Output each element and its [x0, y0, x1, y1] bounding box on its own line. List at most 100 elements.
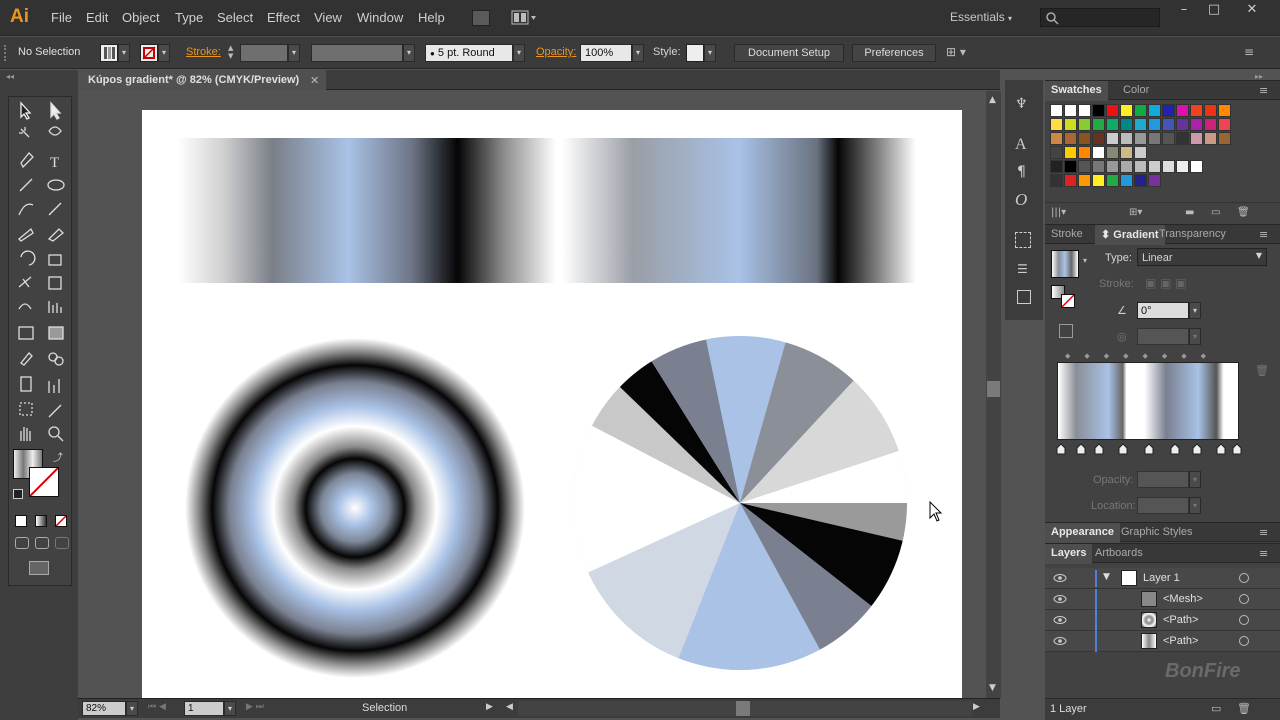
tab-swatches[interactable]: Swatches — [1045, 81, 1108, 101]
graphic-style-dropdown[interactable]: ▾ — [704, 44, 716, 62]
menu-edit[interactable]: Edit — [86, 10, 108, 25]
color-swatch[interactable] — [1176, 118, 1189, 131]
artboard-dropdown[interactable]: ▾ — [224, 701, 236, 716]
artboard-nav-first-icon[interactable]: ⏮ ◀ — [148, 702, 166, 712]
artboard-number-input[interactable]: 1 — [184, 701, 224, 716]
menu-effect[interactable]: Effect — [267, 10, 300, 25]
paragraph-icon[interactable]: ¶ — [1017, 164, 1026, 180]
color-swatch[interactable] — [1162, 118, 1175, 131]
color-swatch[interactable] — [1148, 104, 1161, 117]
color-swatch[interactable] — [1218, 132, 1231, 145]
color-swatch[interactable] — [1050, 104, 1063, 117]
color-swatch[interactable] — [1190, 132, 1203, 145]
reverse-gradient-icon[interactable] — [1059, 324, 1073, 338]
align-icon[interactable]: ☰ — [1017, 262, 1028, 276]
layer-name[interactable]: <Mesh> — [1163, 593, 1203, 605]
color-swatch[interactable] — [1148, 132, 1161, 145]
color-swatch[interactable] — [1092, 132, 1105, 145]
color-swatch[interactable] — [1064, 174, 1077, 187]
gradient-slider-ramp[interactable] — [1057, 362, 1239, 440]
minimize-button[interactable]: – — [1168, 0, 1200, 22]
color-swatch[interactable] — [1050, 132, 1063, 145]
opentype-icon[interactable]: O — [1015, 190, 1027, 210]
horizontal-scrollbar[interactable] — [518, 701, 972, 716]
color-swatch[interactable] — [1204, 118, 1217, 131]
new-swatch-icon[interactable]: ▭ — [1211, 207, 1220, 218]
transform-icon[interactable] — [1015, 232, 1031, 248]
layer-row[interactable]: <Path> — [1045, 631, 1280, 652]
document-tab[interactable]: Kúpos gradient* @ 82% (CMYK/Preview) ✕ — [78, 70, 326, 90]
fill-dropdown[interactable]: ▾ — [118, 44, 130, 62]
color-swatch[interactable] — [1106, 146, 1119, 159]
gradient-mode-icon[interactable] — [35, 515, 47, 527]
swatches-menu-icon[interactable]: ≡ — [1259, 84, 1268, 97]
gradient-menu-icon[interactable]: ≡ — [1259, 228, 1268, 241]
color-swatch[interactable] — [1050, 118, 1063, 131]
layer-name[interactable]: <Path> — [1163, 614, 1198, 626]
color-swatch[interactable] — [1134, 160, 1147, 173]
color-swatch[interactable] — [1120, 146, 1133, 159]
menu-help[interactable]: Help — [418, 10, 445, 25]
scroll-thumb[interactable] — [987, 381, 1000, 397]
app-logo[interactable]: Ai — [10, 6, 29, 28]
layer-row[interactable]: ▼ Layer 1 — [1045, 568, 1280, 589]
scroll-up-icon[interactable]: ▲ — [989, 95, 996, 105]
color-swatch[interactable] — [1050, 160, 1063, 173]
swap-colors-icon[interactable]: ⤴ — [53, 449, 63, 464]
color-swatch[interactable] — [1218, 104, 1231, 117]
color-swatch[interactable] — [1162, 104, 1175, 117]
color-swatch[interactable] — [1204, 132, 1217, 145]
color-swatch[interactable] — [1064, 104, 1077, 117]
color-swatch[interactable] — [1176, 132, 1189, 145]
preferences-button[interactable]: Preferences — [852, 44, 936, 62]
menu-object[interactable]: Object — [122, 10, 160, 25]
color-swatch[interactable] — [1120, 174, 1133, 187]
color-swatch[interactable] — [1064, 118, 1077, 131]
tab-transparency[interactable]: Transparency — [1153, 225, 1232, 245]
bridge-icon[interactable] — [472, 10, 490, 26]
close-window-button[interactable]: ✕ — [1232, 0, 1272, 22]
color-mode-icon[interactable] — [15, 515, 27, 527]
draw-normal-icon[interactable] — [15, 537, 29, 549]
gradient-stops[interactable] — [1051, 442, 1251, 456]
gradient-preview-thumbnail[interactable] — [1051, 250, 1079, 278]
layer-name[interactable]: <Path> — [1163, 635, 1198, 647]
menu-view[interactable]: View — [314, 10, 342, 25]
color-swatch[interactable] — [1204, 104, 1217, 117]
zoom-input[interactable]: 82% — [82, 701, 126, 716]
stroke-dropdown[interactable]: ▾ — [158, 44, 170, 62]
color-swatch[interactable] — [1106, 132, 1119, 145]
artboard-nav-last-icon[interactable]: ▶ ⏭ — [246, 702, 264, 712]
layer-row[interactable]: <Mesh> — [1045, 589, 1280, 610]
opacity-label[interactable]: Opacity: — [536, 46, 576, 58]
tab-color[interactable]: Color — [1117, 81, 1155, 101]
variable-width-dropdown[interactable]: ▾ — [403, 44, 415, 62]
color-swatch[interactable] — [1148, 174, 1161, 187]
color-swatch[interactable] — [1106, 118, 1119, 131]
draw-behind-icon[interactable] — [35, 537, 49, 549]
new-layer-icon[interactable]: ▭ — [1211, 702, 1221, 715]
help-search-input[interactable] — [1040, 8, 1160, 27]
color-swatch[interactable] — [1134, 132, 1147, 145]
menu-file[interactable]: File — [51, 10, 72, 25]
color-swatch[interactable] — [1092, 174, 1105, 187]
tab-layers[interactable]: Layers — [1045, 544, 1093, 564]
swatch-libraries-icon[interactable]: |||▾ — [1051, 207, 1066, 218]
color-swatch[interactable] — [1078, 118, 1091, 131]
color-swatch[interactable] — [1064, 146, 1077, 159]
color-swatch[interactable] — [1078, 174, 1091, 187]
color-swatch[interactable] — [1176, 160, 1189, 173]
screen-mode-icon[interactable] — [29, 561, 49, 575]
color-swatch[interactable] — [1120, 118, 1133, 131]
stroke-weight-dropdown[interactable]: ▾ — [288, 44, 300, 62]
delete-layer-icon[interactable]: 🗑 — [1237, 702, 1251, 715]
gradient-type-select[interactable]: Linear ▼ — [1137, 248, 1267, 266]
default-colors-icon[interactable] — [13, 489, 23, 499]
stroke-label[interactable]: Stroke: — [186, 46, 221, 58]
delete-swatch-icon[interactable]: 🗑 — [1237, 207, 1250, 218]
color-swatch[interactable] — [1148, 160, 1161, 173]
menu-window[interactable]: Window — [357, 10, 403, 25]
new-color-group-icon[interactable]: ▬ — [1185, 207, 1194, 218]
none-mode-icon[interactable] — [55, 515, 67, 527]
color-swatch[interactable] — [1190, 118, 1203, 131]
